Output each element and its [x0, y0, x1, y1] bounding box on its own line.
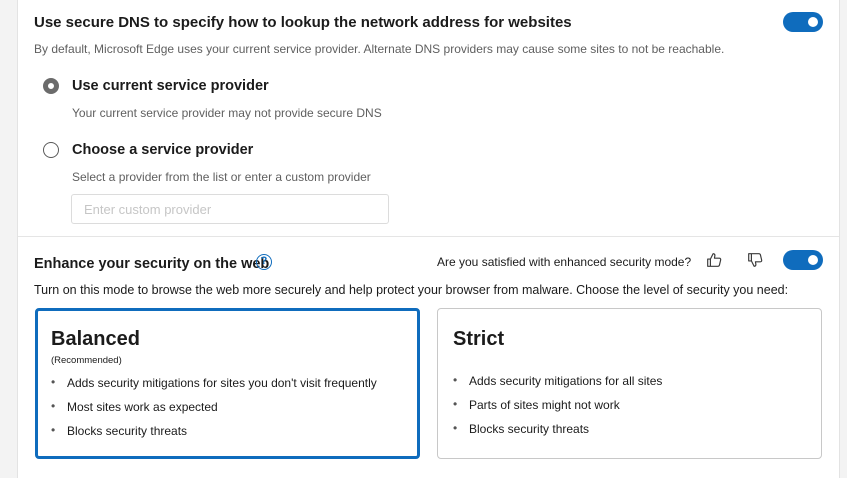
option-current-provider-description: Your current service provider may not pr…	[72, 106, 382, 120]
help-icon[interactable]: ?	[256, 254, 272, 270]
list-item-text: Adds security mitigations for all sites	[469, 374, 663, 388]
list-item-text: Blocks security threats	[469, 422, 590, 436]
toggle-knob	[808, 255, 818, 265]
bullet-icon: •	[453, 397, 458, 411]
option-current-provider-label[interactable]: Use current service provider	[72, 78, 269, 94]
bullet-icon: •	[51, 423, 56, 437]
strict-title: Strict	[453, 328, 505, 350]
balanced-title: Balanced	[51, 328, 140, 350]
secure-dns-description: By default, Microsoft Edge uses your cur…	[34, 42, 725, 56]
settings-panel: Use secure DNS to specify how to lookup …	[17, 0, 840, 478]
secure-dns-toggle[interactable]	[783, 12, 823, 32]
enhanced-security-toggle[interactable]	[783, 250, 823, 270]
thumbs-up-icon[interactable]	[705, 251, 723, 269]
balanced-subtitle: (Recommended)	[51, 355, 122, 366]
feedback-prompt: Are you satisfied with enhanced security…	[437, 255, 692, 269]
bullet-icon: •	[453, 421, 458, 435]
toggle-knob	[808, 17, 818, 27]
bullet-icon: •	[51, 375, 56, 389]
section-divider	[18, 236, 839, 237]
bullet-icon: •	[51, 399, 56, 413]
thumbs-down-icon[interactable]	[746, 251, 764, 269]
enhanced-security-title: Enhance your security on the web	[34, 256, 270, 272]
balanced-card[interactable]: Balanced (Recommended) • Adds security mi…	[35, 308, 420, 459]
option-choose-provider-description: Select a provider from the list or enter…	[72, 170, 371, 184]
strict-card[interactable]: Strict • Adds security mitigations for al…	[437, 308, 822, 459]
enhanced-security-description: Turn on this mode to browse the web more…	[34, 283, 789, 297]
radio-choose-provider[interactable]	[43, 142, 59, 158]
option-choose-provider-label[interactable]: Choose a service provider	[72, 142, 253, 158]
list-item-text: Blocks security threats	[67, 424, 188, 438]
bullet-icon: •	[453, 373, 458, 387]
list-item-text: Adds security mitigations for sites you …	[67, 376, 377, 390]
secure-dns-title: Use secure DNS to specify how to lookup …	[34, 14, 572, 31]
list-item-text: Most sites work as expected	[67, 400, 218, 414]
list-item-text: Parts of sites might not work	[469, 398, 620, 412]
custom-provider-input[interactable]	[71, 194, 389, 224]
radio-current-provider[interactable]	[43, 78, 59, 94]
